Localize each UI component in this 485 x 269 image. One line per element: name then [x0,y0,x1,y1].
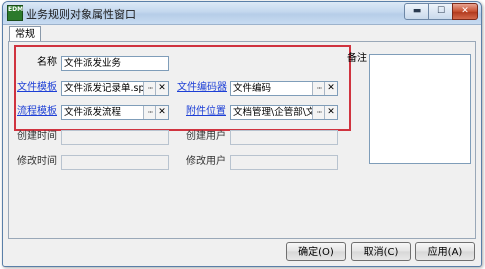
memo-label: 备注 [347,53,367,64]
properties-window: EDM 业务规则对象属性窗口 ▬ ☐ ✕ 常规 名称 文件派发业务 文件模板 文… [2,1,482,267]
flow-template-value: 文件派发流程 [64,107,122,118]
maximize-button[interactable]: ☐ [428,3,454,20]
name-label: 名称 [37,57,57,68]
file-template-value: 文件派发记录单.sp [64,83,145,94]
flow-template-clear-icon[interactable]: ✕ [155,106,168,119]
modify-time-field [61,155,169,170]
minimize-button[interactable]: ▬ [404,3,430,20]
create-time-label: 创建时间 [17,131,57,142]
modify-user-label: 修改用户 [186,156,226,167]
file-encoder-clear-icon[interactable]: ✕ [324,82,337,95]
name-value: 文件派发业务 [64,58,122,69]
attachment-location-value: 文档管理\企管部\文 [233,107,316,118]
modify-time-label: 修改时间 [17,156,57,167]
memo-textarea[interactable] [369,54,471,164]
attachment-location-clear-icon[interactable]: ✕ [324,106,337,119]
modify-user-field [230,155,338,170]
app-icon: EDM [7,5,23,21]
attachment-location-link[interactable]: 附件位置 [186,105,226,119]
flow-template-link[interactable]: 流程模板 [17,105,57,119]
cancel-button[interactable]: 取消(C) [351,242,411,261]
attachment-location-field[interactable]: 文档管理\企管部\文 ··· ✕ [230,105,338,120]
ok-button[interactable]: 确定(O) [286,242,346,261]
tab-general[interactable]: 常规 [9,26,41,42]
name-field[interactable]: 文件派发业务 [61,56,169,71]
create-time-field [61,130,169,145]
file-template-clear-icon[interactable]: ✕ [155,82,168,95]
title-bar[interactable]: EDM 业务规则对象属性窗口 ▬ ☐ ✕ [3,2,481,25]
tab-strip: 常规 [7,25,477,42]
file-encoder-field[interactable]: 文件编码 ··· ✕ [230,81,338,96]
file-encoder-link[interactable]: 文件编码器 [177,81,227,95]
create-user-label: 创建用户 [186,131,226,142]
general-panel: 名称 文件派发业务 文件模板 文件派发记录单.sp ··· ✕ 文件编码器 文件… [8,41,476,239]
create-user-field [230,130,338,145]
file-template-link[interactable]: 文件模板 [17,81,57,95]
file-template-field[interactable]: 文件派发记录单.sp ··· ✕ [61,81,169,96]
apply-button[interactable]: 应用(A) [415,242,475,261]
close-button[interactable]: ✕ [452,3,478,20]
window-title: 业务规则对象属性窗口 [26,8,136,21]
file-encoder-value: 文件编码 [233,83,272,94]
flow-template-field[interactable]: 文件派发流程 ··· ✕ [61,105,169,120]
